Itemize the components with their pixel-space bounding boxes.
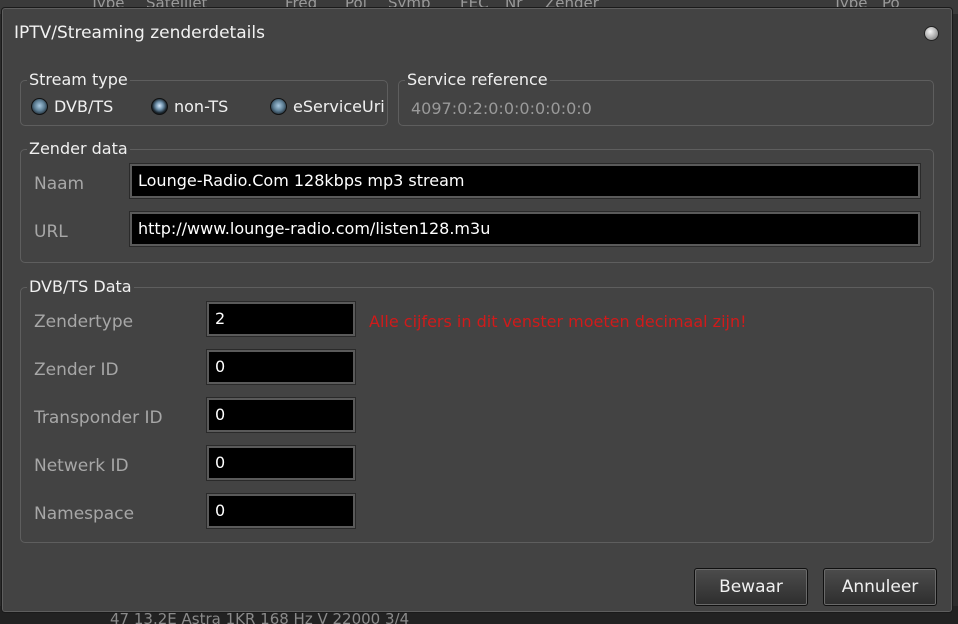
- service-reference-group: Service reference 4097:0:2:0:0:0:0:0:0:0: [398, 70, 934, 126]
- zender-id-label: Zender ID: [34, 360, 119, 380]
- netwerk-id-label: Netwerk ID: [34, 456, 129, 476]
- cancel-button[interactable]: Annuleer: [823, 568, 937, 606]
- url-label: URL: [34, 222, 68, 242]
- radio-dvbts-label: DVB/TS: [54, 97, 114, 116]
- zender-data-group: Zender data Naam Lounge-Radio.Com 128kbp…: [20, 139, 934, 263]
- radio-non-ts-label: non-TS: [174, 97, 229, 116]
- service-reference-value: 4097:0:2:0:0:0:0:0:0:0: [411, 99, 592, 118]
- dvbts-data-legend: DVB/TS Data: [27, 277, 134, 297]
- radio-eserviceuri[interactable]: eServiceUri: [270, 97, 385, 116]
- zendertype-label: Zendertype: [34, 312, 134, 332]
- transponder-id-input[interactable]: 0: [206, 397, 356, 433]
- title-bar[interactable]: IPTV/Streaming zenderdetails: [3, 9, 951, 57]
- zender-id-input[interactable]: 0: [206, 349, 356, 385]
- radio-dvbts-indicator[interactable]: [31, 98, 48, 115]
- namespace-label: Namespace: [34, 504, 135, 524]
- stream-type-legend: Stream type: [27, 70, 130, 90]
- namespace-input[interactable]: 0: [206, 493, 356, 529]
- stream-type-group: Stream type DVB/TS non-TS eServiceUri: [20, 70, 388, 126]
- close-button[interactable]: [924, 26, 939, 41]
- netwerk-id-input[interactable]: 0: [206, 445, 356, 481]
- dialog-title: IPTV/Streaming zenderdetails: [14, 23, 265, 43]
- radio-non-ts-indicator[interactable]: [151, 98, 168, 115]
- url-input[interactable]: http://www.lounge-radio.com/listen128.m3…: [129, 211, 921, 247]
- bg-row-text: 47 13.2E Astra 1KR 168 Hz V 22000 3/4: [110, 610, 410, 624]
- transponder-id-label: Transponder ID: [34, 408, 163, 428]
- naam-input[interactable]: Lounge-Radio.Com 128kbps mp3 stream: [129, 163, 921, 199]
- radio-eserviceuri-indicator[interactable]: [270, 98, 287, 115]
- zenderdetails-dialog: IPTV/Streaming zenderdetails Stream type…: [2, 8, 952, 612]
- radio-eserviceuri-label: eServiceUri: [293, 97, 385, 116]
- decimal-warning: Alle cijfers in dit venster moeten decim…: [369, 312, 747, 331]
- save-button[interactable]: Bewaar: [694, 568, 808, 606]
- zendertype-input[interactable]: 2: [206, 301, 356, 337]
- radio-non-ts[interactable]: non-TS: [151, 97, 228, 116]
- naam-label: Naam: [34, 174, 85, 194]
- service-reference-legend: Service reference: [405, 70, 550, 90]
- radio-dvbts[interactable]: DVB/TS: [31, 97, 113, 116]
- zender-data-legend: Zender data: [27, 139, 130, 159]
